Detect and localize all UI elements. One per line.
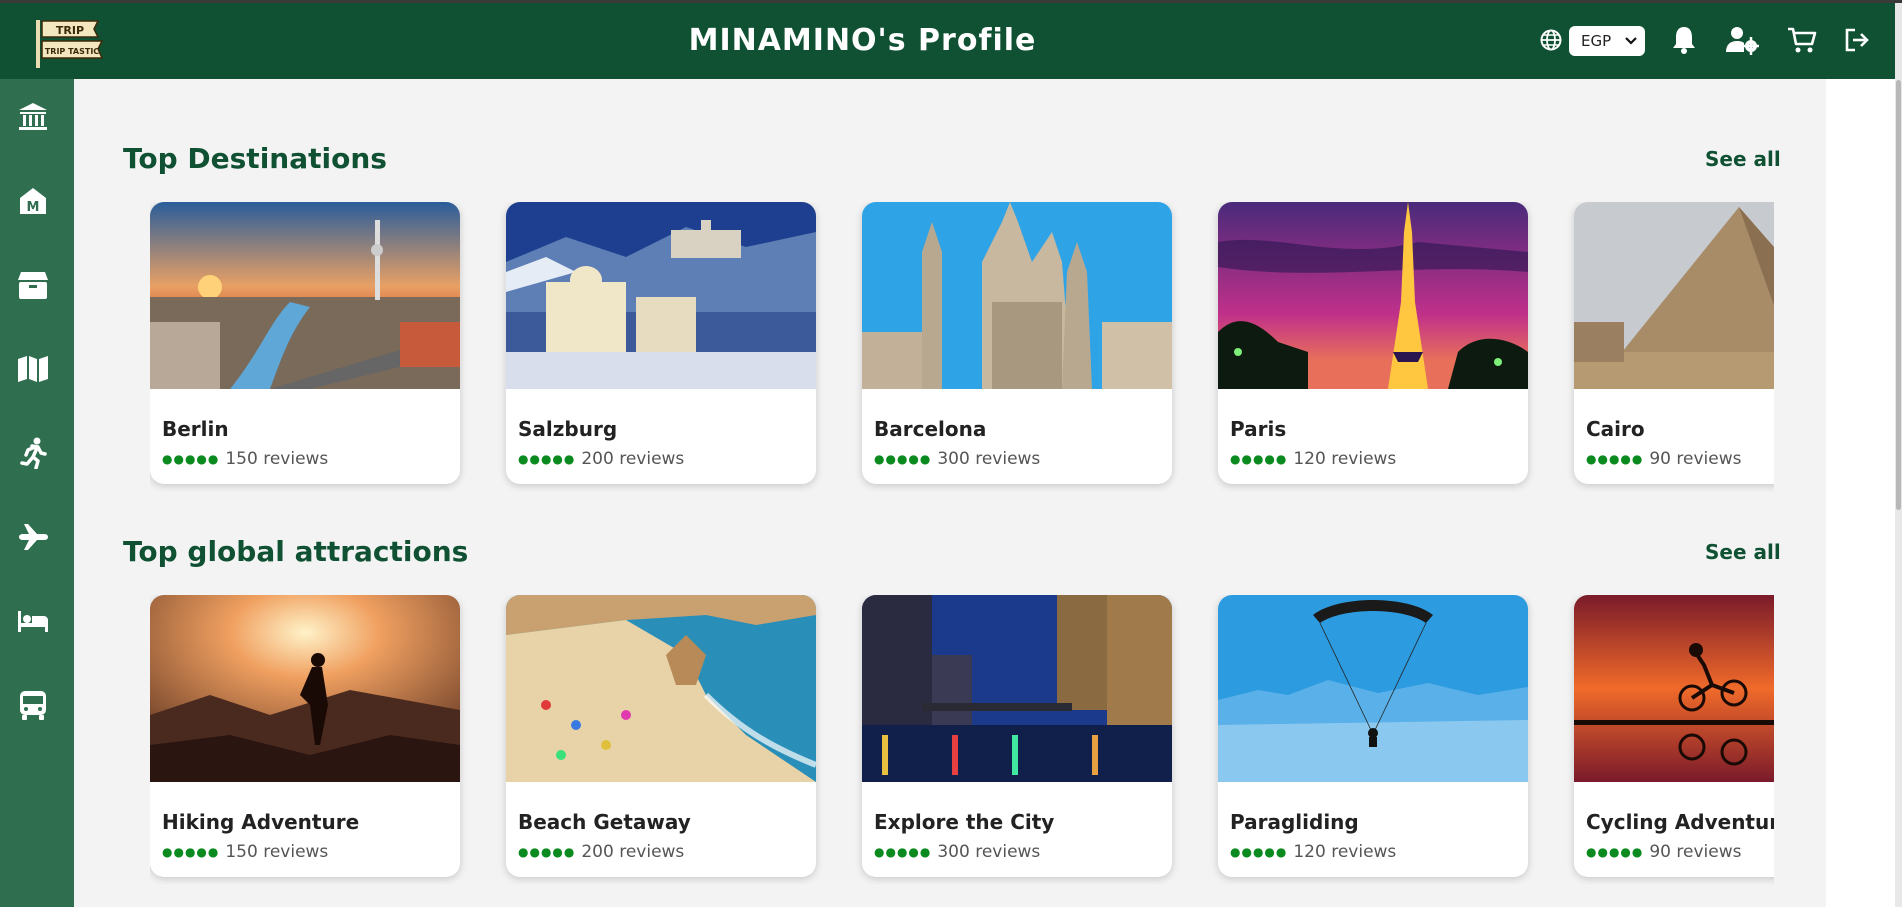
card-title: Paragliding [1230, 810, 1359, 834]
attractions-row: Hiking Adventure ●●●●● 150 reviews Beach … [150, 595, 1774, 885]
card-rating: ●●●●● 90 reviews [1586, 449, 1741, 469]
svg-text:M: M [27, 200, 40, 215]
card-title: Berlin [162, 417, 229, 441]
products-icon[interactable] [15, 267, 51, 303]
cycling-image [1574, 595, 1774, 782]
see-all-destinations-link[interactable]: See all [1705, 147, 1781, 171]
card-reviews: 90 reviews [1649, 449, 1742, 469]
card-title: Hiking Adventure [162, 810, 360, 834]
section-title-top-destinations: Top Destinations [123, 142, 387, 175]
globe-icon[interactable] [1534, 23, 1568, 57]
cart-icon[interactable] [1785, 23, 1819, 57]
attraction-card[interactable]: Paragliding ●●●●● 120 reviews [1218, 595, 1528, 877]
card-title: Cycling Adventure [1586, 810, 1774, 834]
salzburg-image [506, 202, 816, 389]
see-all-attractions-link[interactable]: See all [1705, 540, 1781, 564]
rating-stars-icon: ●●●●● [1586, 452, 1644, 466]
chevron-down-icon [1625, 32, 1637, 50]
attraction-card[interactable]: Cycling Adventure ●●●●● 90 reviews [1574, 595, 1774, 877]
bus-icon[interactable] [15, 687, 51, 723]
paris-image [1218, 202, 1528, 389]
card-reviews: 300 reviews [937, 449, 1041, 469]
cairo-image [1574, 202, 1774, 389]
beach-image [506, 595, 816, 782]
card-reviews: 150 reviews [225, 842, 329, 862]
currency-value: EGP [1581, 32, 1612, 50]
attraction-card[interactable]: Beach Getaway ●●●●● 200 reviews [506, 595, 816, 877]
rating-stars-icon: ●●●●● [162, 452, 220, 466]
card-title: Explore the City [874, 810, 1055, 834]
destination-card[interactable]: Barcelona ●●●●● 300 reviews [862, 202, 1172, 484]
rating-stars-icon: ●●●●● [518, 452, 576, 466]
barcelona-image [862, 202, 1172, 389]
rating-stars-icon: ●●●●● [162, 845, 220, 859]
destinations-row: Berlin ●●●●● 150 reviews Salzburg ●●●●● 20… [150, 202, 1774, 492]
map-icon[interactable] [15, 351, 51, 387]
card-title: Paris [1230, 417, 1287, 441]
card-reviews: 120 reviews [1293, 449, 1397, 469]
card-reviews: 300 reviews [937, 842, 1041, 862]
paragliding-image [1218, 595, 1528, 782]
card-reviews: 200 reviews [581, 842, 685, 862]
destination-card[interactable]: Cairo ●●●●● 90 reviews [1574, 202, 1774, 484]
attraction-card[interactable]: Hiking Adventure ●●●●● 150 reviews [150, 595, 460, 877]
rating-stars-icon: ●●●●● [874, 845, 932, 859]
card-rating: ●●●●● 300 reviews [874, 842, 1040, 862]
destination-card[interactable]: Paris ●●●●● 120 reviews [1218, 202, 1528, 484]
flight-icon[interactable] [15, 519, 51, 555]
currency-select[interactable]: EGP [1569, 26, 1645, 56]
logout-icon[interactable] [1840, 23, 1874, 57]
card-title: Cairo [1586, 417, 1645, 441]
activity-icon[interactable] [15, 435, 51, 471]
card-title: Salzburg [518, 417, 618, 441]
card-rating: ●●●●● 120 reviews [1230, 449, 1396, 469]
rating-stars-icon: ●●●●● [1230, 452, 1288, 466]
section-title-top-attractions: Top global attractions [123, 535, 469, 568]
card-rating: ●●●●● 120 reviews [1230, 842, 1396, 862]
top-navbar: TRIP TRIP TASTIC MINAMINO's Profile EGP [0, 3, 1895, 79]
card-title: Barcelona [874, 417, 987, 441]
sidebar: M [0, 79, 74, 907]
rating-stars-icon: ●●●●● [1230, 845, 1288, 859]
user-settings-icon[interactable] [1725, 23, 1759, 57]
page-title: MINAMINO's Profile [688, 23, 1037, 58]
card-reviews: 200 reviews [581, 449, 685, 469]
destination-card[interactable]: Berlin ●●●●● 150 reviews [150, 202, 460, 484]
rating-stars-icon: ●●●●● [874, 452, 932, 466]
card-reviews: 150 reviews [225, 449, 329, 469]
card-rating: ●●●●● 90 reviews [1586, 842, 1741, 862]
rating-stars-icon: ●●●●● [518, 845, 576, 859]
museum-icon[interactable] [15, 99, 51, 135]
card-reviews: 90 reviews [1649, 842, 1742, 862]
card-rating: ●●●●● 150 reviews [162, 449, 328, 469]
card-rating: ●●●●● 150 reviews [162, 842, 328, 862]
berlin-image [150, 202, 460, 389]
card-rating: ●●●●● 200 reviews [518, 842, 684, 862]
attraction-card[interactable]: Explore the City ●●●●● 300 reviews [862, 595, 1172, 877]
historical-place-icon[interactable]: M [15, 183, 51, 219]
card-rating: ●●●●● 200 reviews [518, 449, 684, 469]
card-title: Beach Getaway [518, 810, 691, 834]
hotel-icon[interactable] [15, 603, 51, 639]
city-image [862, 595, 1172, 782]
bell-icon[interactable] [1667, 23, 1701, 57]
rating-stars-icon: ●●●●● [1586, 845, 1644, 859]
scrollbar-thumb[interactable] [1896, 80, 1901, 510]
hiking-image [150, 595, 460, 782]
card-rating: ●●●●● 300 reviews [874, 449, 1040, 469]
card-reviews: 120 reviews [1293, 842, 1397, 862]
destination-card[interactable]: Salzburg ●●●●● 200 reviews [506, 202, 816, 484]
